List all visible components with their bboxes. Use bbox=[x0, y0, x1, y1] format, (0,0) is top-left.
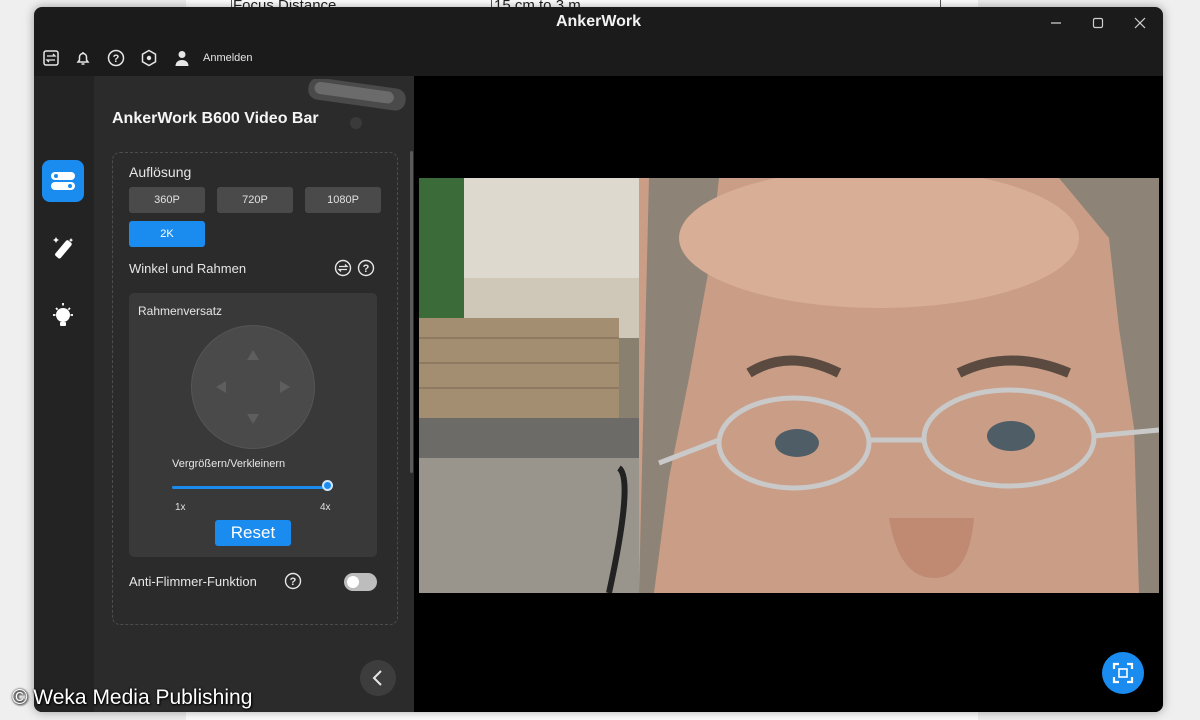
resolution-360p-button[interactable]: 360P bbox=[129, 187, 205, 213]
fullscreen-icon bbox=[1112, 662, 1134, 684]
help-icon[interactable]: ? bbox=[357, 259, 375, 277]
device-title: AnkerWork B600 Video Bar bbox=[112, 110, 319, 127]
angle-frame-label: Winkel und Rahmen bbox=[129, 261, 247, 276]
zoom-min-label: 1x bbox=[175, 502, 186, 513]
sidebar-rail bbox=[34, 76, 94, 712]
arrow-left-icon[interactable] bbox=[216, 381, 226, 393]
frame-offset-label: Rahmenversatz bbox=[138, 304, 223, 318]
resolution-label: Auflösung bbox=[129, 164, 192, 180]
magic-wand-icon bbox=[53, 237, 74, 259]
login-link[interactable]: Anmelden bbox=[203, 52, 253, 64]
collapse-panel-button[interactable] bbox=[360, 660, 396, 696]
settings-panel: AnkerWork B600 Video Bar Auflösung 360P … bbox=[94, 76, 414, 712]
zoom-slider-track[interactable] bbox=[172, 486, 328, 489]
settings-hex-icon[interactable] bbox=[140, 49, 158, 67]
fullscreen-button[interactable] bbox=[1102, 652, 1144, 694]
arrow-up-icon[interactable] bbox=[247, 350, 259, 360]
help-icon[interactable]: ? bbox=[107, 49, 125, 67]
chevron-left-icon bbox=[372, 670, 382, 686]
app-title: AnkerWork bbox=[555, 13, 642, 30]
svg-text:?: ? bbox=[290, 576, 297, 588]
help-icon[interactable]: ? bbox=[284, 572, 302, 590]
user-icon[interactable] bbox=[173, 49, 191, 67]
swap-icon[interactable] bbox=[334, 259, 352, 277]
sidebar-item-video-settings[interactable] bbox=[42, 160, 84, 202]
title-bar: AnkerWork bbox=[34, 7, 1163, 41]
app-window: AnkerWork ? Anmelden AnkerWork B600 Vide… bbox=[34, 7, 1163, 712]
sidebar-item-lighting[interactable] bbox=[42, 295, 84, 337]
settings-group: Auflösung 360P 720P 1080P 2K Winkel und … bbox=[112, 152, 398, 625]
lightbulb-icon bbox=[53, 303, 73, 326]
webcam-feed bbox=[419, 178, 1159, 593]
resolution-720p-button[interactable]: 720P bbox=[217, 187, 293, 213]
frame-offset-box: Rahmenversatz Vergrößern/Verkleinern 1x … bbox=[129, 293, 377, 557]
frame-offset-joystick[interactable] bbox=[191, 325, 315, 449]
zoom-max-label: 4x bbox=[320, 502, 331, 513]
arrow-right-icon[interactable] bbox=[280, 381, 290, 393]
video-settings-icon bbox=[51, 172, 75, 190]
arrow-down-icon[interactable] bbox=[247, 414, 259, 424]
watermark: © Weka Media Publishing bbox=[12, 686, 253, 709]
camera-preview bbox=[414, 76, 1163, 712]
sidebar-item-effects[interactable] bbox=[42, 225, 84, 267]
bell-icon[interactable] bbox=[74, 49, 92, 67]
minimize-icon[interactable] bbox=[1046, 14, 1066, 34]
close-icon[interactable] bbox=[1130, 14, 1150, 34]
reset-button[interactable]: Reset bbox=[215, 520, 291, 546]
zoom-slider-handle[interactable] bbox=[322, 480, 333, 491]
anti-flicker-label: Anti-Flimmer-Funktion bbox=[129, 574, 257, 589]
video-bar-image bbox=[308, 79, 406, 129]
maximize-icon[interactable] bbox=[1088, 14, 1108, 34]
zoom-label: Vergrößern/Verkleinern bbox=[172, 458, 286, 470]
svg-text:?: ? bbox=[363, 263, 370, 275]
resolution-2k-button[interactable]: 2K bbox=[129, 221, 205, 247]
anti-flicker-toggle[interactable] bbox=[344, 573, 377, 591]
switch-icon[interactable] bbox=[42, 49, 60, 67]
toolbar: ? Anmelden bbox=[34, 41, 1163, 75]
svg-text:?: ? bbox=[113, 53, 120, 65]
panel-scrollbar[interactable] bbox=[410, 151, 413, 473]
toggle-knob bbox=[347, 576, 359, 588]
resolution-1080p-button[interactable]: 1080P bbox=[305, 187, 381, 213]
